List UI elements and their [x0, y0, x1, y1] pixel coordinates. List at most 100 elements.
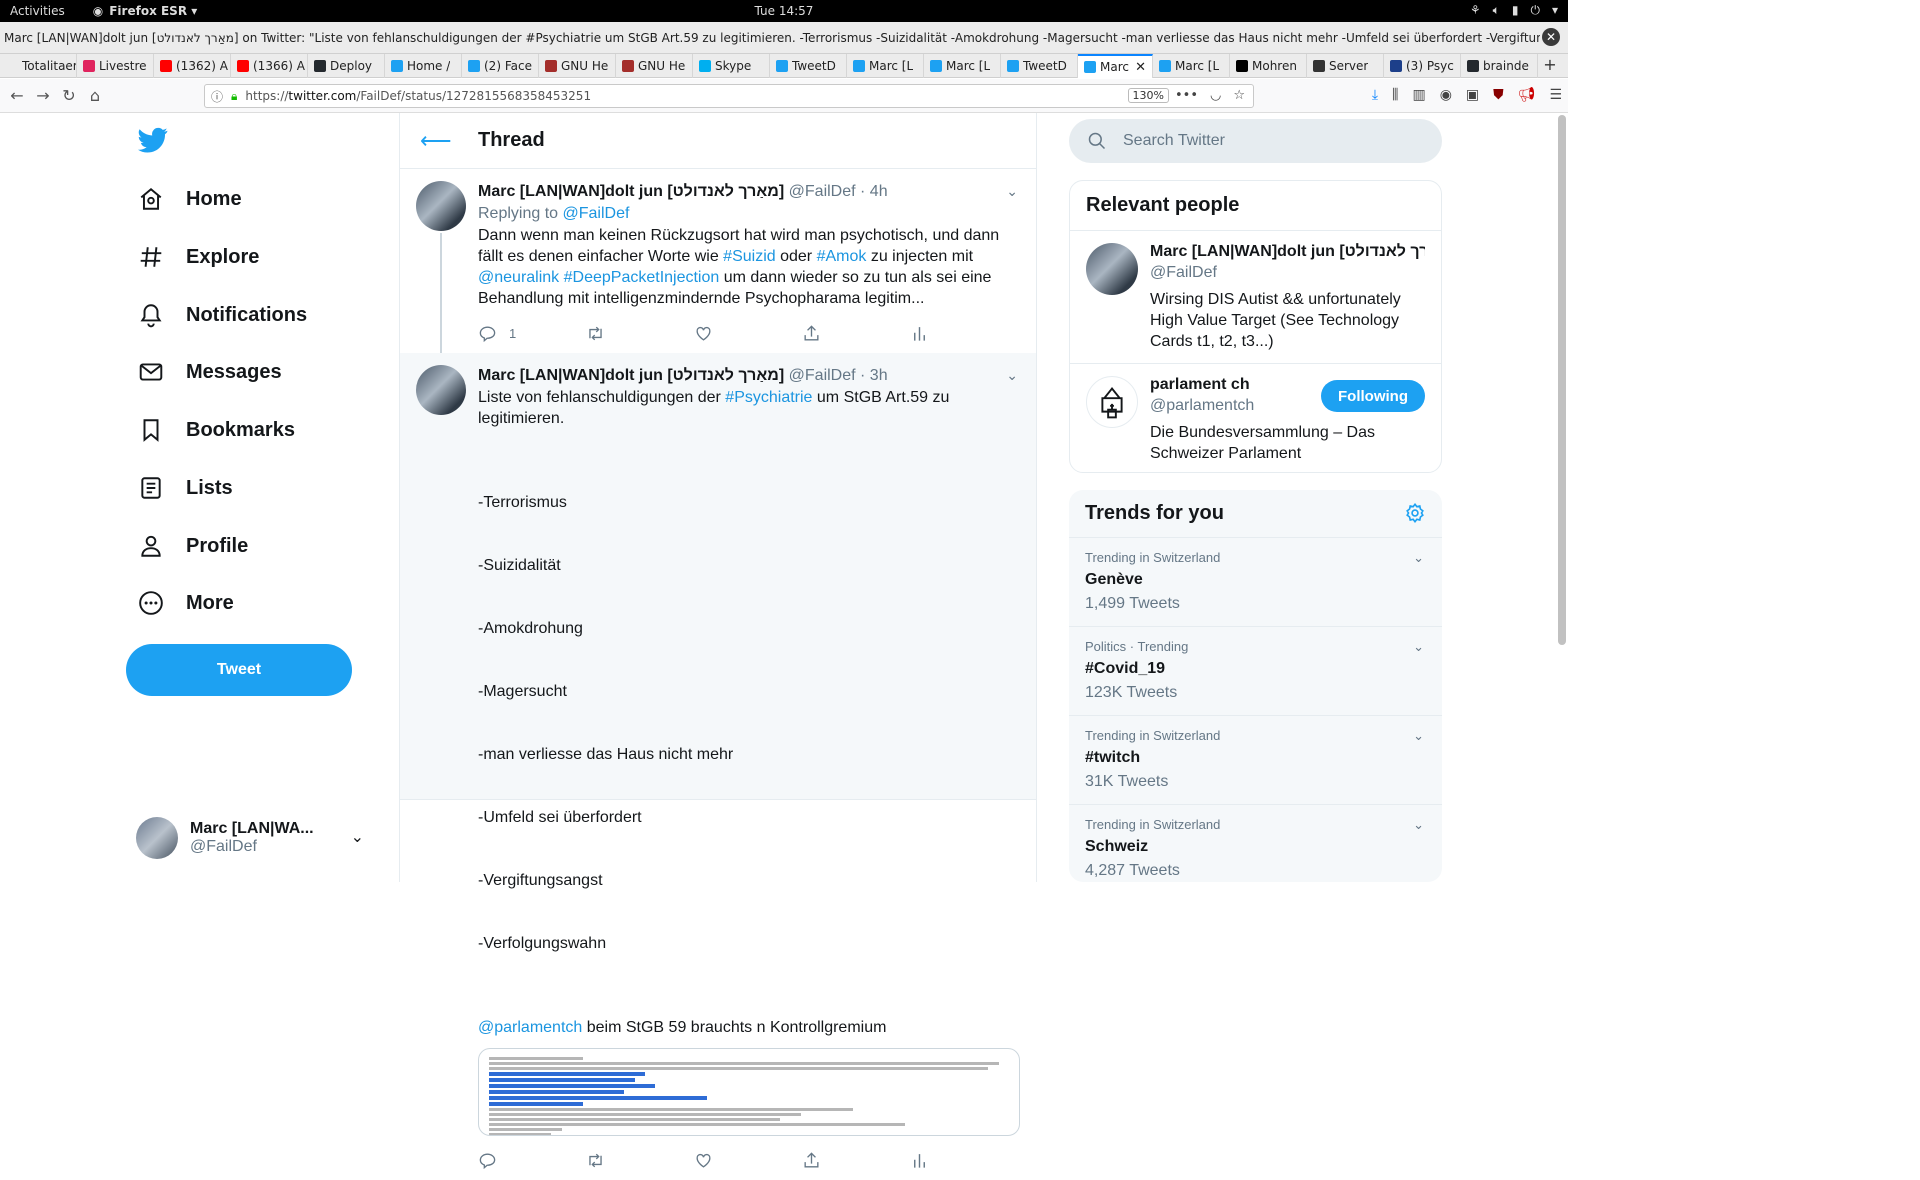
browser-tab[interactable]: (3) Psyc — [1384, 54, 1461, 78]
reply-button[interactable]: 1 — [478, 324, 586, 343]
extension-icon[interactable]: ▣ — [1466, 87, 1479, 103]
system-tray[interactable]: ⚘ 🔈︎ ▮ ⏻ ▾ — [1470, 3, 1558, 18]
menu-icon[interactable]: ☰ — [1549, 87, 1562, 103]
forward-button[interactable]: → — [30, 86, 56, 105]
new-tab-button[interactable]: + — [1538, 54, 1562, 77]
browser-tab[interactable]: Marc [L — [924, 54, 1001, 78]
share-button[interactable] — [802, 324, 910, 343]
tweet[interactable]: Marc [LAN|WAN]dolt jun [מאַרך לאנדולט] @… — [400, 353, 1036, 1169]
nav-notifications[interactable]: Notifications — [138, 293, 307, 337]
account-icon[interactable]: ◉ — [1440, 87, 1452, 103]
tweet-meta[interactable]: @FailDef · 3h — [789, 367, 888, 384]
chevron-down-icon[interactable]: ⌄ — [1413, 728, 1424, 744]
browser-tab[interactable]: (1366) A — [231, 54, 308, 78]
clock[interactable]: Tue 14:57 — [0, 4, 1568, 18]
following-button[interactable]: Following — [1321, 380, 1425, 412]
browser-tab[interactable]: Server — [1307, 54, 1384, 78]
hashtag-link[interactable]: #Amok — [817, 248, 867, 265]
chevron-down-icon[interactable]: ⌄ — [1413, 817, 1424, 833]
browser-tab[interactable]: (1362) A — [154, 54, 231, 78]
account-switcher[interactable]: Marc [LAN|WA... @FailDef ⌄ — [136, 813, 376, 863]
browser-tab[interactable]: GNU He — [539, 54, 616, 78]
nav-messages[interactable]: Messages — [138, 350, 282, 394]
hashtag-link[interactable]: #DeepPacketInjection — [564, 269, 720, 286]
gear-icon[interactable] — [1404, 502, 1426, 524]
browser-tab[interactable]: TweetD — [770, 54, 847, 78]
trend-item[interactable]: Trending in Switzerland Genève 1,499 Twe… — [1069, 538, 1442, 627]
browser-tab[interactable]: Marc [L — [1153, 54, 1230, 78]
person-card[interactable]: parlament ch @parlamentch Die Bundesvers… — [1070, 364, 1441, 472]
tweet-author-name[interactable]: Marc [LAN|WAN]dolt jun [מאַרך לאנדולט] — [478, 183, 784, 200]
back-button[interactable]: ← — [4, 86, 30, 105]
person-card[interactable]: Marc [LAN|WAN]dolt jun [מאַרך לאנדולט] @… — [1070, 231, 1441, 364]
nav-lists[interactable]: Lists — [138, 466, 233, 510]
analytics-button[interactable] — [910, 324, 1018, 343]
tweet-meta[interactable]: @FailDef · 4h — [789, 183, 888, 200]
nav-explore[interactable]: Explore — [138, 235, 259, 279]
tweet-button[interactable]: Tweet — [126, 644, 352, 696]
browser-tab[interactable]: Marc ✕ — [1078, 54, 1153, 78]
reply-button[interactable] — [478, 1151, 586, 1170]
mention-link[interactable]: @parlamentch — [478, 1019, 582, 1036]
sidebar-icon[interactable]: ▥ — [1412, 87, 1425, 103]
browser-tab[interactable]: Totalitaer — [0, 54, 77, 78]
avatar[interactable] — [416, 181, 466, 231]
tweet-image[interactable] — [478, 1048, 1020, 1136]
page-scrollbar[interactable] — [1558, 113, 1566, 645]
avatar[interactable] — [1086, 376, 1138, 428]
back-arrow-icon[interactable]: ⟵ — [420, 128, 452, 154]
like-button[interactable] — [694, 324, 802, 343]
person-handle[interactable]: @FailDef — [1150, 262, 1425, 283]
download-icon[interactable]: ⤓ — [1372, 87, 1378, 103]
trend-item[interactable]: Trending in Switzerland #twitch 31K Twee… — [1069, 716, 1442, 805]
person-name[interactable]: Marc [LAN|WAN]dolt jun [מאַרך לאנדולט] — [1150, 241, 1425, 262]
trend-item[interactable]: Politics · Trending #Covid_19 123K Tweet… — [1069, 627, 1442, 716]
chevron-down-icon[interactable]: ⌄ — [1413, 550, 1424, 566]
chevron-down-icon[interactable]: ⌄ — [1413, 639, 1424, 655]
tweet-author-name[interactable]: Marc [LAN|WAN]dolt jun [מאַרך לאנדולט] — [478, 367, 784, 384]
close-tab-icon[interactable]: ✕ — [1135, 60, 1146, 75]
url-text[interactable]: https://twitter.com/FailDef/status/12728… — [245, 89, 591, 103]
nav-more[interactable]: More — [138, 581, 234, 625]
replying-to-link[interactable]: @FailDef — [563, 205, 630, 222]
like-button[interactable] — [694, 1151, 802, 1170]
analytics-button[interactable] — [910, 1151, 1018, 1170]
browser-tab[interactable]: TweetD — [1001, 54, 1078, 78]
browser-tab[interactable]: brainde — [1461, 54, 1538, 78]
chevron-down-icon[interactable]: ⌄ — [1006, 367, 1018, 384]
hashtag-link[interactable]: #Suizid — [723, 248, 775, 265]
nav-bookmarks[interactable]: Bookmarks — [138, 408, 295, 452]
browser-tab[interactable]: Skype — [693, 54, 770, 78]
zoom-level[interactable]: 130% — [1127, 88, 1169, 103]
avatar[interactable] — [1086, 243, 1138, 295]
lock-icon[interactable]: 🔒︎ — [231, 89, 237, 104]
page-actions-icon[interactable]: ••• — [1175, 88, 1198, 103]
avatar[interactable] — [416, 365, 466, 415]
retweet-button[interactable] — [586, 1151, 694, 1170]
twitter-logo-icon[interactable] — [138, 125, 168, 155]
mention-link[interactable]: @neuralink — [478, 269, 559, 286]
scrollbar-thumb[interactable] — [1558, 115, 1566, 645]
reload-button[interactable]: ↻ — [56, 86, 82, 105]
app-menu[interactable]: ◉ Firefox ESR ▾ — [93, 4, 198, 18]
browser-tab[interactable]: Livestre — [77, 54, 154, 78]
search-input[interactable]: Search Twitter — [1069, 119, 1442, 163]
browser-tab[interactable]: Marc [L — [847, 54, 924, 78]
retweet-button[interactable] — [586, 324, 694, 343]
share-button[interactable] — [802, 1151, 910, 1170]
nav-home[interactable]: Home — [138, 177, 242, 221]
pocket-icon[interactable]: ◡ — [1210, 88, 1221, 103]
browser-tab[interactable]: GNU He — [616, 54, 693, 78]
tweet[interactable]: Marc [LAN|WAN]dolt jun [מאַרך לאנדולט] @… — [400, 169, 1036, 353]
browser-tab[interactable]: (2) Face — [462, 54, 539, 78]
browser-tab[interactable]: Home / — [385, 54, 462, 78]
bookmark-star-icon[interactable]: ☆ — [1233, 88, 1245, 103]
ublock-icon[interactable]: ⛊ — [1493, 87, 1504, 103]
hashtag-link[interactable]: #Psychiatrie — [725, 389, 812, 406]
activities-button[interactable]: Activities — [10, 4, 65, 18]
library-icon[interactable]: ⫼ — [1392, 87, 1398, 103]
nav-profile[interactable]: Profile — [138, 524, 248, 568]
megaphone-icon[interactable]: 📢︎ — [1518, 87, 1536, 103]
info-icon[interactable]: ⓘ — [211, 88, 223, 105]
home-button[interactable]: ⌂ — [82, 86, 108, 105]
